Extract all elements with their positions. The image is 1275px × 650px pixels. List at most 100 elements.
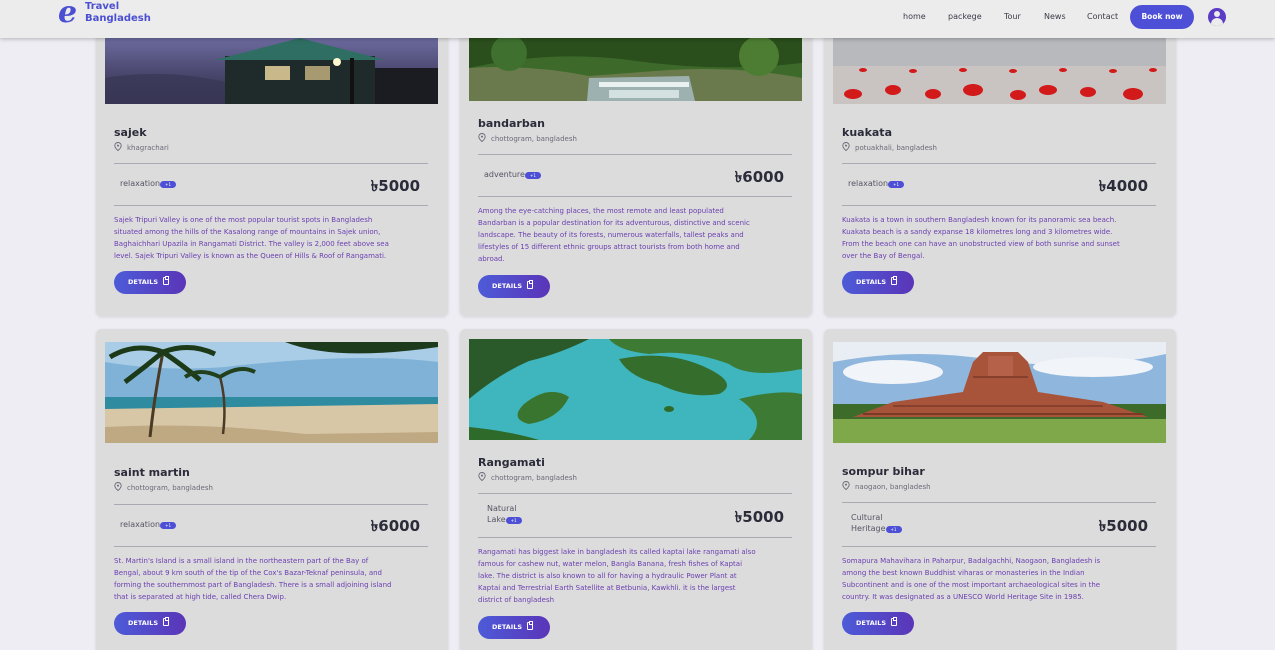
card-category: adventure +1 [484, 169, 554, 180]
category-badge: +1 [524, 172, 541, 179]
card-price: ৳6000 [734, 168, 784, 186]
card-image [833, 342, 1166, 443]
hill-resort-night-image [105, 38, 438, 104]
logo-line-2: Bangladesh [85, 13, 151, 24]
tour-card-sajek: sajek khagrachari relaxation +1 ৳5000 Saj… [96, 20, 448, 316]
details-button-label: DETAILS [856, 278, 887, 286]
card-title: kuakata [842, 126, 892, 139]
divider [478, 154, 792, 155]
brick-monastery-image [833, 342, 1166, 443]
card-description: Somapura Mahavihara in Paharpur, Badalga… [842, 557, 1101, 601]
card-category: relaxation +1 [848, 178, 918, 189]
tour-card-kuakata: kuakata potuakhali, bangladesh relaxatio… [824, 20, 1176, 316]
user-icon-head [1214, 11, 1220, 17]
user-icon-body [1211, 18, 1223, 26]
card-location-text: chottogram, bangladesh [491, 474, 577, 482]
nav-link-news[interactable]: News [1044, 12, 1066, 21]
location-pin-icon [842, 142, 850, 151]
card-image [105, 38, 438, 104]
card-title: sompur bihar [842, 465, 925, 478]
card-title: sajek [114, 126, 147, 139]
tour-card-bandarban: bandarban chottogram, bangladesh adventu… [460, 20, 812, 316]
card-price: ৳5000 [734, 508, 784, 526]
card-image [833, 38, 1166, 104]
card-location-text: potuakhali, bangladesh [855, 144, 937, 152]
clipboard-icon [527, 621, 534, 630]
divider [842, 502, 1156, 503]
book-now-button[interactable]: Book now [1130, 5, 1194, 29]
card-location-text: chottogram, bangladesh [127, 484, 213, 492]
nav-link-package[interactable]: packege [948, 12, 982, 21]
tour-card-saint-martin: saint martin chottogram, bangladesh rela… [96, 329, 448, 650]
navbar: e Travel Bangladesh home packege Tour Ne… [0, 0, 1275, 38]
palm-beach-image [105, 342, 438, 443]
category-label: Cultural Heritage [851, 513, 886, 533]
divider [478, 493, 792, 494]
card-title: Rangamati [478, 456, 545, 469]
card-location: khagrachari [114, 142, 169, 152]
clipboard-icon [163, 617, 170, 626]
divider [842, 163, 1156, 164]
divider [842, 546, 1156, 547]
tour-card-rangamati: Rangamati chottogram, bangladesh Natural… [460, 329, 812, 650]
details-button[interactable]: DETAILS [842, 612, 914, 635]
details-button-label: DETAILS [856, 619, 887, 627]
location-pin-icon [478, 133, 486, 142]
category-badge: +1 [160, 181, 177, 188]
tour-card-sompur-bihar: sompur bihar naogaon, bangladesh Cultura… [824, 329, 1176, 650]
clipboard-icon [163, 276, 170, 285]
location-pin-icon [842, 481, 850, 490]
details-button[interactable]: DETAILS [114, 612, 186, 635]
lake-islands-image [469, 339, 802, 440]
details-button[interactable]: DETAILS [114, 271, 186, 294]
card-image [469, 339, 802, 440]
details-button[interactable]: DETAILS [842, 271, 914, 294]
card-description: Sajek Tripuri Valley is one of the most … [114, 216, 389, 260]
divider [478, 196, 792, 197]
details-button-label: DETAILS [128, 619, 159, 627]
card-title: bandarban [478, 117, 545, 130]
category-badge: +1 [885, 526, 902, 533]
card-location-text: khagrachari [127, 144, 169, 152]
category-badge: +1 [888, 181, 905, 188]
card-price: ৳4000 [1098, 177, 1148, 195]
category-label: relaxation [120, 179, 161, 188]
forest-waterfall-image [469, 38, 802, 101]
card-location: chottogram, bangladesh [478, 472, 577, 482]
divider [478, 537, 792, 538]
card-location: chottogram, bangladesh [478, 133, 577, 143]
red-crabs-beach-image [833, 38, 1166, 104]
nav-link-contact[interactable]: Contact [1087, 12, 1118, 21]
card-category: relaxation +1 [120, 178, 190, 189]
clipboard-icon [891, 276, 898, 285]
logo-e-icon: e [58, 0, 78, 30]
card-price: ৳6000 [370, 517, 420, 535]
divider [114, 546, 428, 547]
details-button[interactable]: DETAILS [478, 275, 550, 298]
card-price: ৳5000 [370, 177, 420, 195]
category-label: adventure [484, 170, 525, 179]
card-category: Cultural Heritage +1 [851, 512, 911, 534]
location-pin-icon [114, 482, 122, 491]
nav-link-home[interactable]: home [903, 12, 926, 21]
card-description: Kuakata is a town in southern Bangladesh… [842, 216, 1120, 260]
clipboard-icon [527, 280, 534, 289]
details-button[interactable]: DETAILS [478, 616, 550, 639]
card-location-text: chottogram, bangladesh [491, 135, 577, 143]
card-image [469, 38, 802, 101]
divider [114, 205, 428, 206]
card-description: Among the eye-catching places, the most … [478, 207, 750, 263]
card-image [105, 342, 438, 443]
category-label: relaxation [848, 179, 889, 188]
location-pin-icon [114, 142, 122, 151]
location-pin-icon [478, 472, 486, 481]
category-label: relaxation [120, 520, 161, 529]
category-badge: +1 [505, 517, 522, 524]
nav-link-tour[interactable]: Tour [1004, 12, 1021, 21]
user-account-icon[interactable] [1208, 8, 1226, 26]
card-description: St. Martin's Island is a small island in… [114, 557, 392, 601]
card-category: Natural Lake +1 [487, 503, 529, 525]
category-badge: +1 [160, 522, 177, 529]
card-category: relaxation +1 [120, 519, 190, 530]
details-button-label: DETAILS [128, 278, 159, 286]
